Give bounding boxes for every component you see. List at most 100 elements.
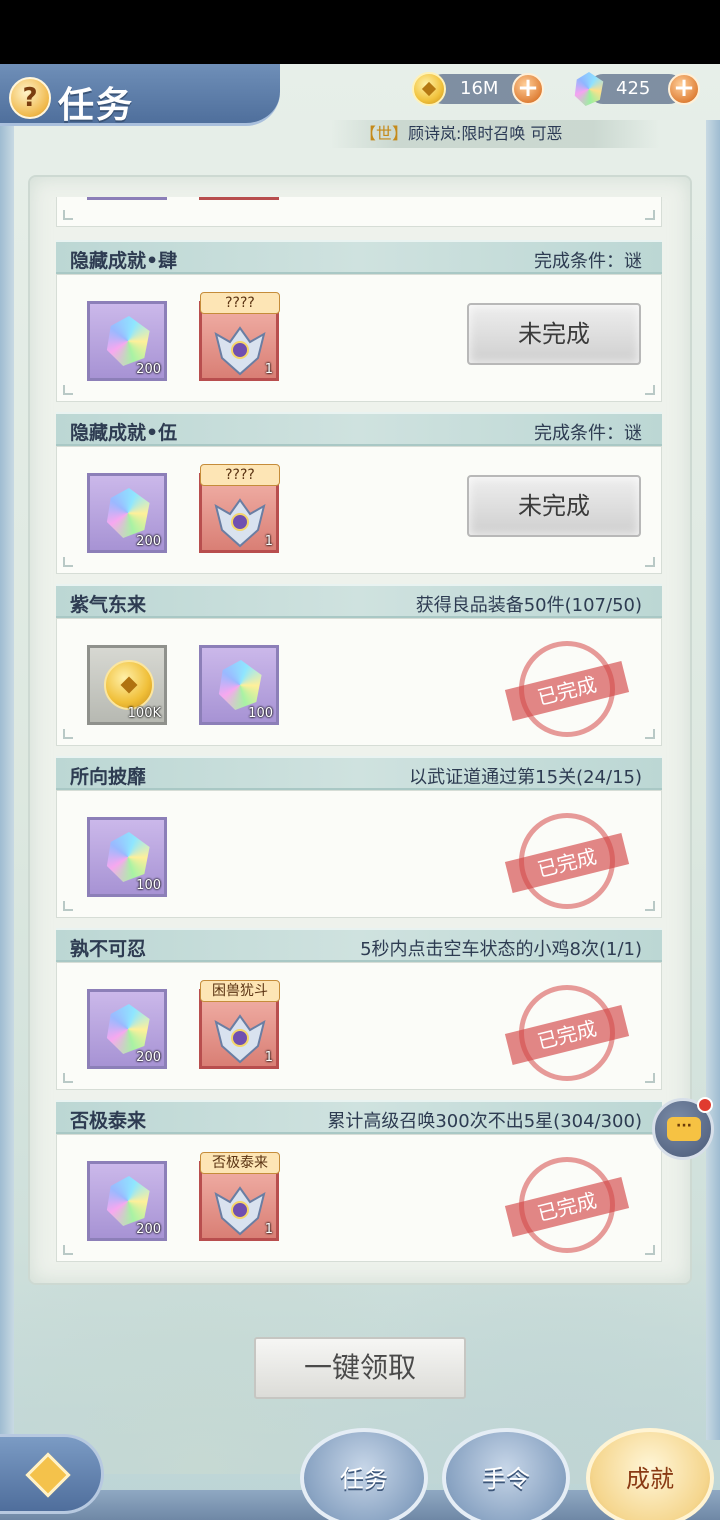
card-corner (63, 901, 73, 911)
reward-count: 200 (136, 1222, 161, 1237)
gem-icon (218, 660, 262, 710)
achievement-card: 紫气东来 获得良品装备50件(107/50) 100K 100 已完成 (56, 584, 662, 746)
reward-count: 1 (264, 1222, 273, 1237)
card-body: 100K 100 已完成 (56, 618, 662, 746)
achievement-card: 否极泰来 累计高级召唤300次不出5星(304/300) 200 否极泰来 1 … (56, 1100, 662, 1262)
broadcast-channel-tag: 【世】 (360, 124, 409, 143)
achievement-card: 隐藏成就•伍 完成条件：谜 200 ???? 1 未完成 (56, 412, 662, 574)
card-corner (63, 557, 73, 567)
reward-item[interactable]: 100 (199, 645, 279, 725)
card-corner (645, 901, 655, 911)
add-gems-button[interactable]: + (668, 73, 700, 105)
card-body: 200 困兽犹斗 1 已完成 (56, 962, 662, 1090)
achievement-name: 紫气东来 (70, 594, 147, 616)
card-corner (645, 557, 655, 567)
coin-icon (412, 72, 446, 106)
tab-task[interactable]: 任务 (300, 1428, 428, 1520)
card-corner (645, 385, 655, 395)
broadcast-message: 顾诗岚:限时召唤 可恶 (408, 124, 563, 143)
achievement-card: 所向披靡 以武证道通过第15关(24/15) 100 已完成 (56, 756, 662, 918)
claim-all-button[interactable]: 一键领取 (254, 1337, 466, 1399)
reward-count: 1 (264, 1050, 273, 1065)
achievement-condition: 以武证道通过第15关(24/15) (409, 767, 642, 788)
achievement-name: 所向披靡 (70, 766, 147, 788)
help-button[interactable]: ? (9, 77, 51, 119)
reward-item[interactable]: 100 (87, 817, 167, 897)
right-frame-rail (706, 120, 720, 1440)
reward-item[interactable]: 困兽犹斗 1 (199, 980, 280, 1069)
notification-dot (697, 1097, 713, 1113)
gem-icon (106, 1176, 150, 1226)
card-body: 200 ???? 1 未完成 (56, 446, 662, 574)
reward-count: 1 (264, 534, 273, 549)
card-header: 孰不可忍 5秒内点击空车状态的小鸡8次(1/1) (56, 928, 662, 962)
coin-amount: 16M (460, 78, 499, 99)
incomplete-button[interactable]: 未完成 (467, 303, 641, 365)
reward-item[interactable]: 200 (87, 989, 167, 1069)
reward-item[interactable]: 200 (87, 197, 167, 200)
reward-count: 100 (136, 878, 161, 893)
add-coins-button[interactable]: + (512, 73, 544, 105)
reward-item[interactable]: 1 (199, 197, 279, 200)
reward-item[interactable]: ???? 1 (199, 292, 280, 381)
reward-item[interactable]: 否极泰来 1 (199, 1152, 280, 1241)
chat-button[interactable]: ··· (652, 1097, 714, 1160)
card-body: 100 已完成 (56, 790, 662, 918)
badge-icon (214, 326, 266, 376)
achievement-condition: 完成条件：谜 (534, 423, 642, 444)
gem-amount: 425 (616, 78, 651, 99)
completed-stamp: 已完成 (504, 1157, 630, 1253)
reward-count: 200 (136, 362, 161, 377)
achievement-condition: 完成条件：谜 (534, 251, 642, 272)
reward-item[interactable]: 200 (87, 301, 167, 381)
gem-icon (106, 1004, 150, 1054)
achievement-list[interactable]: 200 1 隐藏成就•肆 完成条件：谜 200 ???? (56, 197, 664, 1265)
completed-stamp: 已完成 (504, 813, 630, 909)
reward-count: 100K (127, 706, 161, 721)
reward-name-tag: ???? (200, 464, 280, 486)
card-body: 200 1 (56, 197, 662, 227)
achievement-condition: 累计高级召唤300次不出5星(304/300) (327, 1111, 642, 1132)
reward-count: 200 (136, 1050, 161, 1065)
reward-name-tag: 否极泰来 (200, 1152, 280, 1174)
gem-icon (106, 488, 150, 538)
reward-item[interactable]: ???? 1 (199, 464, 280, 553)
back-button[interactable] (0, 1434, 104, 1514)
gem-icon (106, 832, 150, 882)
achievement-card-partial: 200 1 (56, 197, 662, 227)
world-broadcast: 【世】顾诗岚:限时召唤 可恶 (330, 120, 660, 148)
card-corner (645, 210, 655, 220)
reward-item[interactable]: 200 (87, 1161, 167, 1241)
card-corner (63, 1245, 73, 1255)
status-bar (0, 0, 720, 64)
achievement-card: 孰不可忍 5秒内点击空车状态的小鸡8次(1/1) 200 困兽犹斗 1 已完成 (56, 928, 662, 1090)
card-header: 隐藏成就•肆 完成条件：谜 (56, 240, 662, 274)
completed-stamp: 已完成 (504, 985, 630, 1081)
completed-stamp: 已完成 (504, 641, 630, 737)
left-frame-rail (0, 120, 14, 1440)
card-corner (63, 210, 73, 220)
gem-icon (106, 316, 150, 366)
card-header: 隐藏成就•伍 完成条件：谜 (56, 412, 662, 446)
card-corner (63, 1073, 73, 1083)
tab-achievement[interactable]: 成就 (586, 1428, 714, 1520)
card-body: 200 ???? 1 未完成 (56, 274, 662, 402)
reward-count: 1 (264, 362, 273, 377)
card-corner (645, 1245, 655, 1255)
reward-item[interactable]: 100K (87, 645, 167, 725)
achievement-name: 否极泰来 (70, 1110, 147, 1132)
card-header: 紫气东来 获得良品装备50件(107/50) (56, 584, 662, 618)
chat-bubble-icon: ··· (667, 1117, 701, 1141)
back-arrow-icon (25, 1452, 71, 1498)
reward-item[interactable]: 200 (87, 473, 167, 553)
card-body: 200 否极泰来 1 已完成 (56, 1134, 662, 1262)
incomplete-button[interactable]: 未完成 (467, 475, 641, 537)
reward-count: 200 (136, 534, 161, 549)
card-corner (645, 1073, 655, 1083)
tab-order[interactable]: 手令 (442, 1428, 570, 1520)
card-corner (63, 385, 73, 395)
coin-icon (104, 660, 154, 710)
achievement-name: 隐藏成就•肆 (70, 250, 178, 272)
card-corner (63, 729, 73, 739)
achievement-condition: 5秒内点击空车状态的小鸡8次(1/1) (360, 939, 642, 960)
